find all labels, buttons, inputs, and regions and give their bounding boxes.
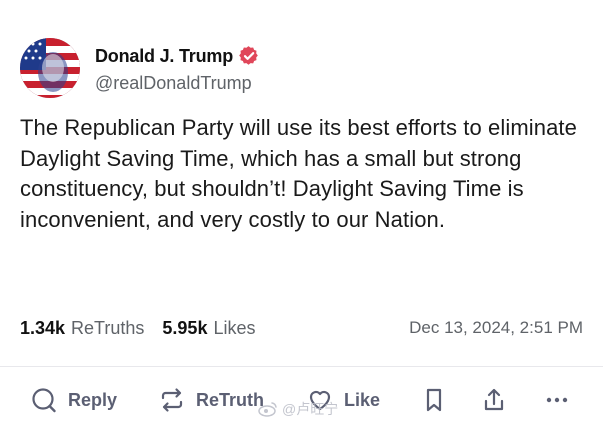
post-stats: 1.34k ReTruths 5.95k Likes Dec 13, 2024,… (20, 316, 583, 340)
watermark: @卢旺宁 (258, 399, 338, 419)
reply-icon (30, 386, 58, 414)
likes-stat[interactable]: 5.95k Likes (162, 318, 255, 339)
retruths-label: ReTruths (71, 317, 145, 338)
likes-label: Likes (213, 317, 256, 338)
more-icon (543, 386, 571, 414)
post-card: Donald J. Trump @realDonaldTrump The Rep… (0, 0, 603, 426)
verified-badge-icon (239, 46, 259, 66)
likes-count: 5.95k (162, 317, 208, 338)
share-button[interactable] (480, 380, 508, 420)
bookmark-icon (420, 386, 448, 414)
bookmark-button[interactable] (420, 380, 448, 420)
author-name-row: Donald J. Trump (95, 42, 259, 70)
reply-button[interactable]: Reply (30, 380, 117, 420)
retruth-label: ReTruth (196, 389, 265, 410)
avatar-image (20, 38, 80, 98)
post-timestamp: Dec 13, 2024, 2:51 PM (409, 318, 583, 337)
divider (0, 366, 603, 367)
retruths-stat[interactable]: 1.34k ReTruths (20, 318, 144, 339)
author-display-name[interactable]: Donald J. Trump (95, 46, 233, 67)
like-label: Like (344, 389, 381, 410)
post-header: Donald J. Trump @realDonaldTrump (20, 38, 259, 98)
weibo-logo-icon (258, 402, 277, 417)
author-block: Donald J. Trump @realDonaldTrump (95, 42, 259, 94)
post-body-text: The Republican Party will use its best e… (20, 115, 577, 232)
avatar[interactable] (20, 38, 80, 98)
retruth-button[interactable]: ReTruth (158, 380, 264, 420)
share-icon (480, 386, 508, 414)
reply-label: Reply (68, 389, 118, 410)
watermark-text: @卢旺宁 (282, 401, 339, 417)
retruth-icon (158, 386, 186, 414)
more-options-button[interactable] (543, 380, 571, 420)
author-handle[interactable]: @realDonaldTrump (95, 73, 259, 94)
retruths-count: 1.34k (20, 317, 66, 338)
